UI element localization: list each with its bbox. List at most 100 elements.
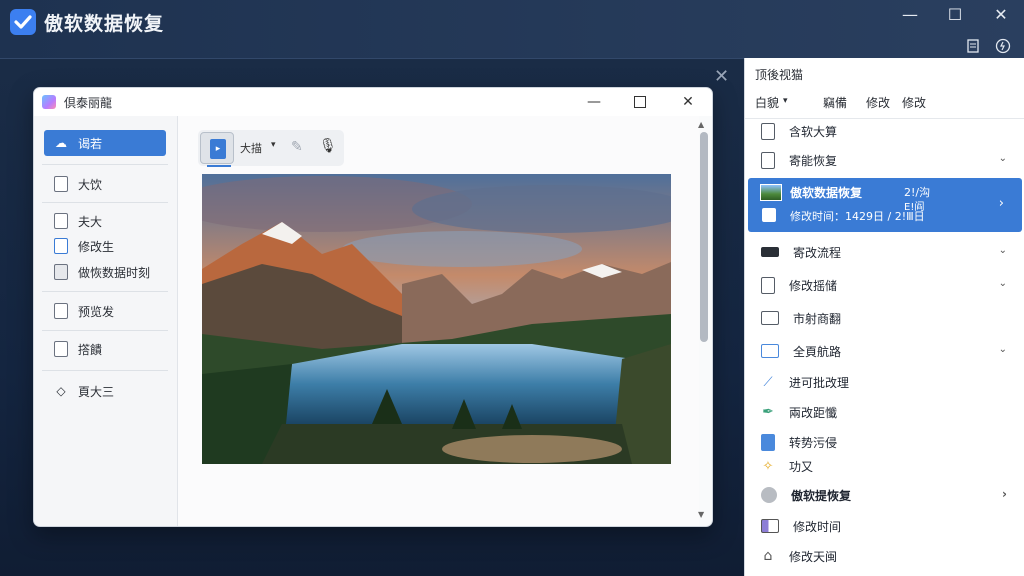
sidebar-item-7[interactable]: ◇ 頁大三 — [44, 378, 166, 404]
app-logo-icon — [10, 9, 36, 35]
list-item[interactable]: ✧ 功又 — [745, 452, 1024, 480]
chevron-right-icon[interactable]: › — [1002, 487, 1007, 501]
close-button[interactable]: ✕ — [986, 6, 1016, 24]
minimize-button[interactable]: — — [895, 6, 925, 24]
sidebar-item-0[interactable]: ☁ 谒若 — [44, 130, 166, 156]
book-icon — [761, 519, 779, 533]
dialog-app-icon — [42, 95, 56, 109]
chevron-down-icon[interactable]: ⌄ — [999, 344, 1007, 355]
selected-item-date: 2!/沟 — [904, 186, 931, 199]
dialog-title: 倶泰丽龍 — [64, 96, 113, 110]
list-item-label: 含软大算 — [789, 124, 838, 139]
dialog-minimize-button[interactable]: — — [580, 92, 608, 112]
list-item-label: 全頁航路 — [793, 344, 842, 359]
dialog-close-button[interactable]: ✕ — [674, 92, 702, 112]
maximize-button[interactable]: ☐ — [940, 6, 970, 24]
document-icon — [761, 151, 775, 169]
disk-icon — [761, 487, 777, 503]
sort-dropdown[interactable]: 白貌 — [755, 94, 779, 111]
background-close-icon[interactable]: ✕ — [714, 66, 729, 87]
sidebar-item-1[interactable]: 大饮 — [44, 171, 166, 197]
sidebar-item-3[interactable]: 修改生 — [44, 233, 166, 259]
scroll-up-icon[interactable]: ▲ — [698, 120, 704, 129]
list-item-label: 修改天闽 — [789, 549, 838, 564]
sidebar-item-label: 做恢数据时刻 — [78, 265, 151, 280]
list-item[interactable]: 含软大算 — [745, 117, 1024, 145]
chevron-down-icon[interactable]: ⌄ — [999, 278, 1007, 289]
document-mode-button[interactable]: ▸ — [200, 132, 234, 167]
active-indicator — [207, 165, 231, 167]
sidebar-item-2[interactable]: 夫大 — [44, 208, 166, 234]
list-item[interactable]: 寄改流程 ⌄ — [745, 238, 1024, 266]
sidebar-item-label: 谒若 — [78, 136, 103, 151]
window-icon — [761, 344, 779, 358]
preview-toolbar: ▸ 大描 ▾ ✎ 🎙 — [198, 130, 344, 167]
sidebar-item-label: 大饮 — [78, 177, 103, 192]
app-title: 傲软数据恢复 — [44, 13, 165, 35]
refresh-icon[interactable] — [994, 38, 1012, 54]
list-item-label: 修改时间 — [793, 519, 842, 534]
dialog-content: ▸ 大描 ▾ ✎ 🎙 — [178, 116, 699, 526]
selected-list-item[interactable]: 傲软数据恢复 2!/沟 E!阎 修改时间：1429日 / 2!Ⅲ日 › — [748, 178, 1022, 232]
document-icon — [54, 176, 68, 192]
sidebar-divider — [42, 330, 168, 331]
scroll-thumb[interactable] — [700, 132, 708, 342]
chevron-down-icon[interactable]: ▾ — [271, 140, 276, 150]
list-item-label: 傲软提恢复 — [791, 488, 852, 503]
chevron-right-icon[interactable]: › — [999, 196, 1004, 211]
document-icon — [54, 213, 68, 229]
edit-icon[interactable]: ✎ — [291, 139, 303, 155]
panel-header: 顶後视猫 — [755, 68, 804, 82]
document-icon — [54, 341, 68, 357]
list-item[interactable]: 傲软提恢复 › — [745, 481, 1024, 509]
chevron-down-icon[interactable]: ⌄ — [999, 245, 1007, 256]
film-icon — [761, 247, 779, 257]
toolbar-dropdown-label[interactable]: 大描 — [240, 140, 262, 156]
dialog-scrollbar[interactable]: ▲ ▼ — [697, 120, 709, 522]
bulb-icon: ✧ — [762, 458, 774, 474]
document-icon — [761, 122, 775, 140]
sidebar-item-label: 撘饋 — [78, 342, 103, 357]
list-item-label: 功又 — [789, 459, 814, 474]
list-item[interactable]: 寄能恢复 ⌄ — [745, 146, 1024, 174]
pen-icon: ⟋ — [763, 374, 773, 390]
chevron-down-icon[interactable]: ⌄ — [999, 153, 1007, 164]
tab-t3[interactable]: 修改 — [902, 94, 926, 111]
list-item-label: 寄改流程 — [793, 245, 842, 260]
scroll-down-icon[interactable]: ▼ — [698, 510, 704, 519]
list-item[interactable]: 修改时间 — [745, 512, 1024, 540]
document-icon: ▸ — [210, 139, 226, 159]
sidebar-divider — [42, 202, 168, 203]
list-icon — [54, 238, 68, 254]
house-icon: ⌂ — [763, 547, 773, 564]
tab-t1[interactable]: 竊備 — [823, 94, 847, 111]
sidebar-item-label: 修改生 — [78, 239, 115, 254]
sidebar-divider — [42, 164, 168, 165]
preview-dialog: 倶泰丽龍 — ✕ ☁ 谒若 大饮 夫大 修改生 做恢数据时刻 预览发 撘饋 ◇ … — [33, 87, 713, 527]
folder-icon — [761, 311, 779, 325]
sidebar-item-label: 夫大 — [78, 214, 103, 229]
document-icon — [54, 303, 68, 319]
sidebar-item-4[interactable]: 做恢数据时刻 — [44, 259, 166, 285]
notes-icon[interactable] — [964, 38, 982, 54]
chevron-down-icon[interactable]: ▾ — [783, 96, 788, 106]
list-item-label: 兩改距懺 — [789, 405, 838, 420]
microphone-icon[interactable]: 🎙 — [319, 138, 337, 154]
lock-icon — [762, 208, 776, 222]
dialog-maximize-button[interactable] — [626, 92, 654, 112]
diamond-icon: ◇ — [56, 384, 66, 398]
list-item[interactable]: ✒ 兩改距懺 — [745, 398, 1024, 426]
right-panel: 顶後视猫 白貌 ▾ 竊備 修改 修改 含软大算 寄能恢复 ⌄ 傲软数据恢复 2!… — [744, 58, 1024, 576]
list-item[interactable]: 市射商翻 — [745, 304, 1024, 332]
sidebar-item-5[interactable]: 预览发 — [44, 298, 166, 324]
dialog-sidebar: ☁ 谒若 大饮 夫大 修改生 做恢数据时刻 预览发 撘饋 ◇ 頁大三 — [34, 116, 178, 526]
selected-item-subtitle: 修改时间：1429日 / 2!Ⅲ日 — [790, 210, 925, 223]
list-item[interactable]: 修改摇储 ⌄ — [745, 271, 1024, 299]
list-item[interactable]: ⟋ 进可批改理 — [745, 368, 1024, 396]
list-item[interactable]: ⌂ 修改天闽 — [745, 542, 1024, 570]
list-item[interactable]: 全頁航路 ⌄ — [745, 337, 1024, 365]
sidebar-item-6[interactable]: 撘饋 — [44, 336, 166, 362]
image-thumbnail-icon — [760, 184, 782, 201]
app-title-bar: 傲软数据恢复 — ☐ ✕ — [0, 0, 1024, 59]
tab-t2[interactable]: 修改 — [866, 94, 890, 111]
